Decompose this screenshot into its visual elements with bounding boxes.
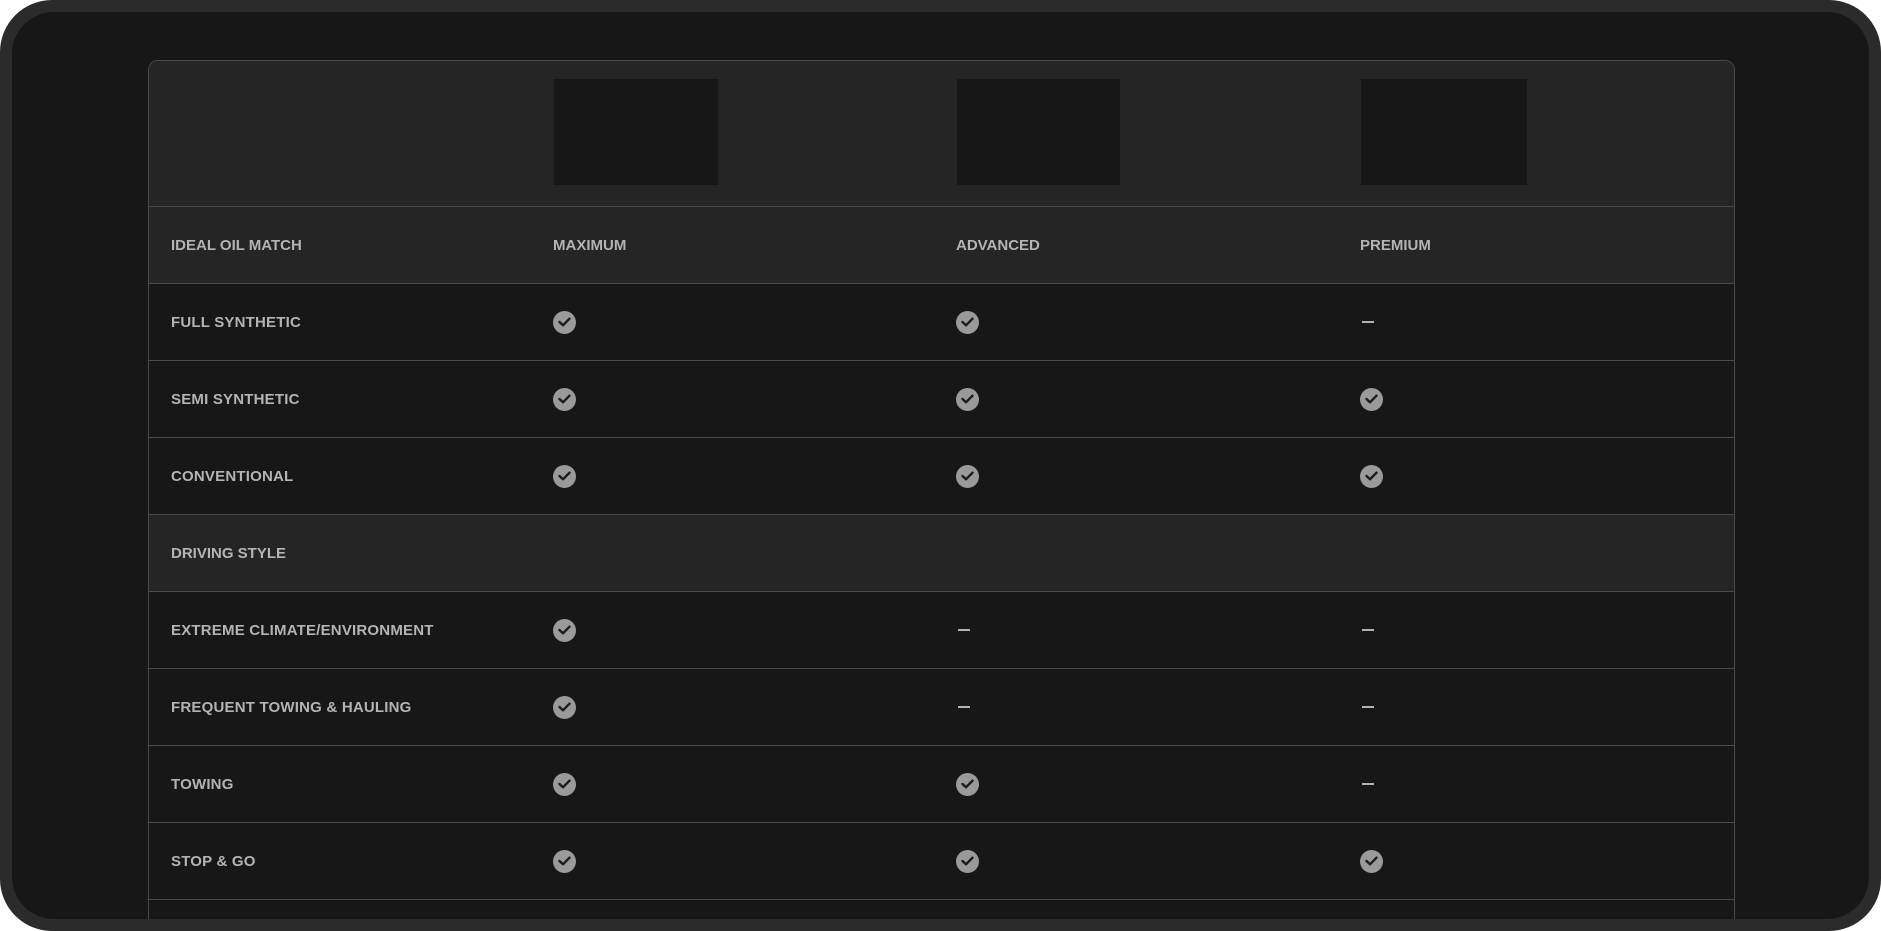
table-row: EXTREME CLIMATE/ENVIRONMENT — [149, 592, 1734, 669]
row-label: TOWING — [171, 775, 234, 793]
cell-value — [956, 746, 979, 822]
cell-value — [553, 823, 576, 899]
table-row: TOWING — [149, 746, 1734, 823]
cell-value — [956, 438, 979, 514]
product-name: MAXIMUM — [553, 236, 627, 254]
table-row: STOP & GO — [149, 823, 1734, 900]
cell-value — [1360, 669, 1374, 745]
check-circle-icon — [553, 310, 576, 334]
dash-icon — [1362, 706, 1374, 708]
row-label: EXTREME CLIMATE/ENVIRONMENT — [171, 621, 434, 639]
check-circle-icon — [553, 695, 576, 719]
product-image-premium[interactable] — [1361, 79, 1527, 185]
cell-value — [956, 823, 979, 899]
row-label: CONVENTIONAL — [171, 467, 294, 485]
check-circle-icon — [1360, 464, 1383, 488]
table-row — [149, 900, 1734, 919]
product-name: PREMIUM — [1360, 236, 1431, 254]
comparison-table: IDEAL OIL MATCH MAXIMUM ADVANCED PREMIUM… — [148, 60, 1735, 919]
check-circle-icon — [553, 849, 576, 873]
check-circle-icon — [553, 618, 576, 642]
section-header-row: IDEAL OIL MATCH MAXIMUM ADVANCED PREMIUM — [149, 207, 1734, 284]
section-header-row: DRIVING STYLE — [149, 515, 1734, 592]
check-circle-icon — [956, 310, 979, 334]
product-image-advanced[interactable] — [957, 79, 1120, 185]
table-row: CONVENTIONAL — [149, 438, 1734, 515]
cell-value — [1360, 823, 1383, 899]
cell-value — [956, 669, 970, 745]
check-circle-icon — [956, 772, 979, 796]
cell-value — [1360, 284, 1374, 360]
table-row: SEMI SYNTHETIC — [149, 361, 1734, 438]
check-circle-icon — [956, 387, 979, 411]
dash-icon — [958, 706, 970, 708]
cell-value — [1360, 438, 1383, 514]
cell-value — [553, 361, 576, 437]
table-row: FULL SYNTHETIC — [149, 284, 1734, 361]
product-image-row — [149, 61, 1734, 207]
product-name: ADVANCED — [956, 236, 1040, 254]
dash-icon — [1362, 783, 1374, 785]
row-label: FREQUENT TOWING & HAULING — [171, 698, 412, 716]
cell-value — [956, 592, 970, 668]
check-circle-icon — [553, 464, 576, 488]
row-label: FULL SYNTHETIC — [171, 313, 302, 331]
table-row: FREQUENT TOWING & HAULING — [149, 669, 1734, 746]
dash-icon — [1362, 321, 1374, 323]
section-title: IDEAL OIL MATCH — [171, 236, 302, 254]
cell-value — [1360, 361, 1383, 437]
cell-value — [956, 361, 979, 437]
check-circle-icon — [1360, 849, 1383, 873]
screen: IDEAL OIL MATCH MAXIMUM ADVANCED PREMIUM… — [12, 12, 1869, 919]
row-label: SEMI SYNTHETIC — [171, 390, 300, 408]
check-circle-icon — [553, 772, 576, 796]
dash-icon — [958, 629, 970, 631]
cell-value — [553, 438, 576, 514]
device-frame: IDEAL OIL MATCH MAXIMUM ADVANCED PREMIUM… — [0, 0, 1881, 931]
cell-value — [1360, 746, 1374, 822]
check-circle-icon — [956, 464, 979, 488]
cell-value — [553, 746, 576, 822]
cell-value — [956, 284, 979, 360]
dash-icon — [1362, 629, 1374, 631]
cell-value — [1360, 592, 1374, 668]
check-circle-icon — [956, 849, 979, 873]
check-circle-icon — [1360, 387, 1383, 411]
cell-value — [553, 592, 576, 668]
cell-value — [553, 284, 576, 360]
section-title: DRIVING STYLE — [171, 544, 287, 562]
row-label: STOP & GO — [171, 852, 256, 870]
cell-value — [553, 669, 576, 745]
product-image-maximum[interactable] — [554, 79, 718, 185]
check-circle-icon — [553, 387, 576, 411]
